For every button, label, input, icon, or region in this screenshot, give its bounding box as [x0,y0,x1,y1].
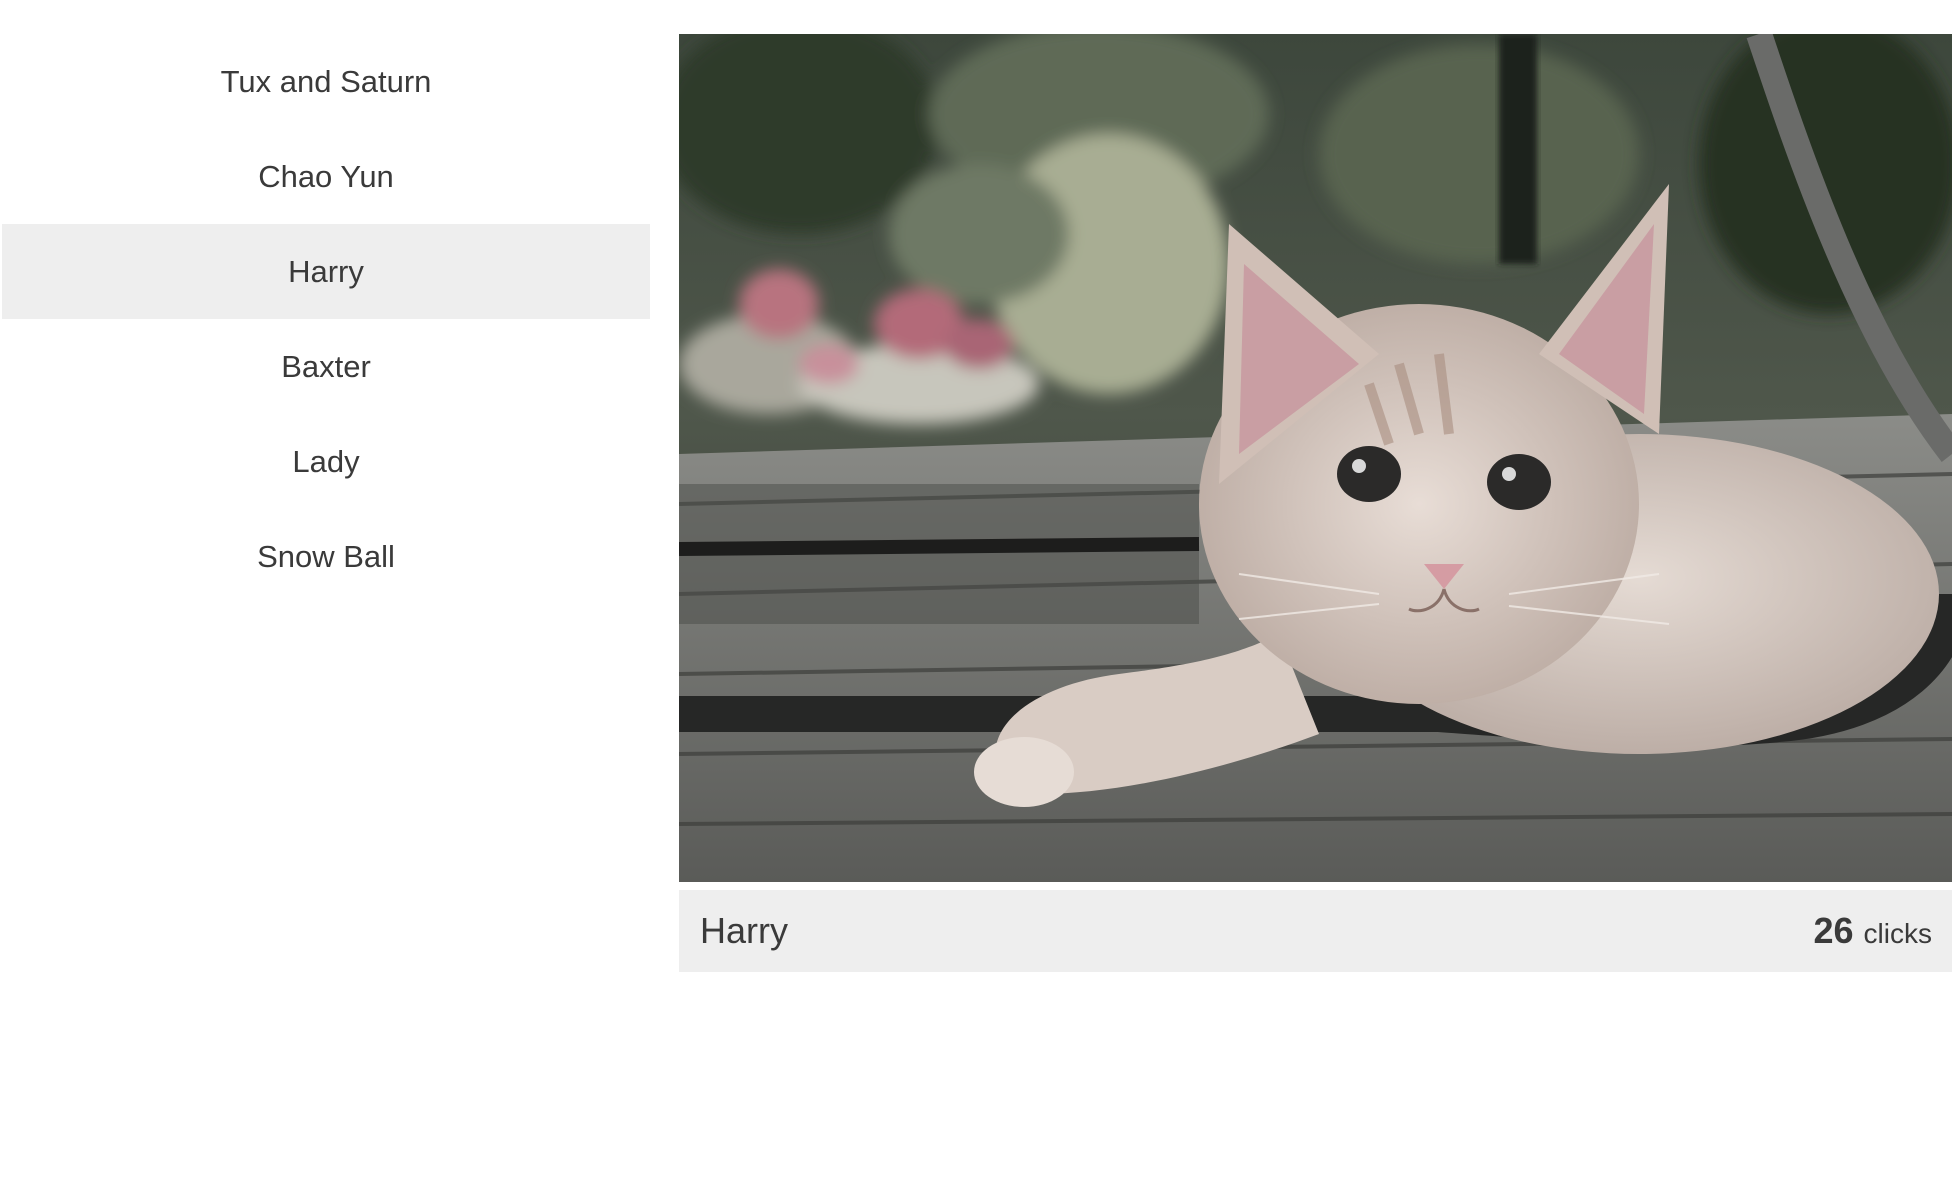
cat-list-item-chao-yun[interactable]: Chao Yun [2,129,650,224]
cat-caption-bar: Harry 26 clicks [679,890,1952,972]
cat-list-item-baxter[interactable]: Baxter [2,319,650,414]
click-counter: 26 clicks [1814,910,1933,952]
cat-list: Tux and Saturn Chao Yun Harry Baxter Lad… [2,34,650,604]
cat-list-item-lady[interactable]: Lady [2,414,650,509]
cat-clicker-app: Tux and Saturn Chao Yun Harry Baxter Lad… [0,0,1952,1180]
click-count: 26 [1813,910,1854,951]
kitten-photo-illustration [679,34,1952,882]
kitten-photo[interactable] [679,34,1952,882]
cat-list-item-tux-and-saturn[interactable]: Tux and Saturn [2,34,650,129]
cat-list-item-snow-ball[interactable]: Snow Ball [2,509,650,604]
cat-viewer: Harry 26 clicks [679,34,1952,972]
click-count-unit: clicks [1863,918,1932,949]
selected-cat-name: Harry [700,910,788,951]
cat-list-item-harry[interactable]: Harry [2,224,650,319]
